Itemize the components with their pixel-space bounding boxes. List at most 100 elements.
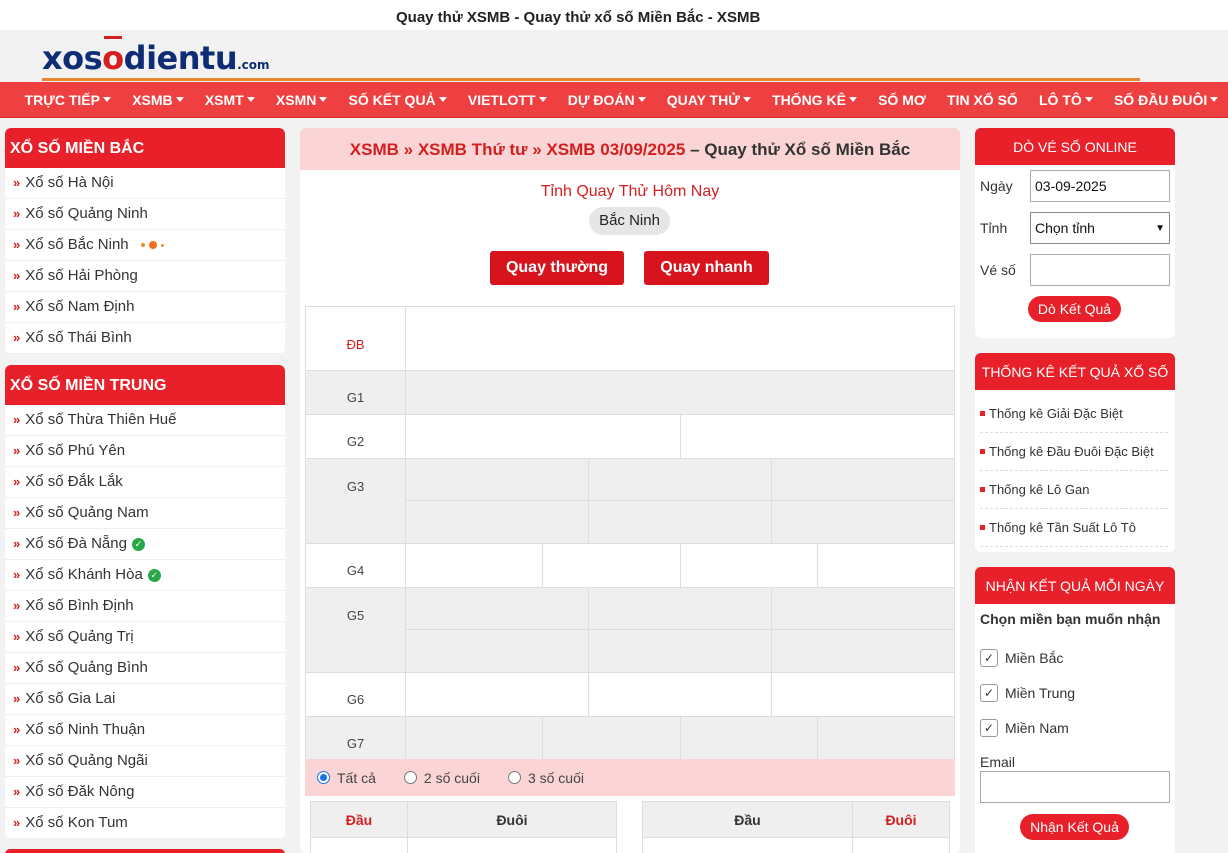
province-link[interactable]: » Xổ số Quảng Nam <box>5 498 285 529</box>
province-link[interactable]: » Xổ số Thái Bình <box>5 323 285 354</box>
veso-label: Vé số <box>980 262 1016 278</box>
prize-g1-cell <box>405 370 955 415</box>
col-dau: Đầu <box>642 801 853 838</box>
province-link[interactable]: » Xổ số Hà Nội <box>5 168 285 199</box>
region-checkbox[interactable]: ✓ Miền Nam <box>980 719 1069 737</box>
stat-link-label: Thống kê Lô Gan <box>989 482 1090 497</box>
province-link[interactable]: » Xổ số Khánh Hòa ✓ <box>5 560 285 591</box>
main-nav: TRỰC TIẾP XSMB XSMT XSMN SỐ KẾT QUẢ VIETLOTT D… <box>0 82 1228 118</box>
chevron-right-icon: » <box>13 330 21 345</box>
col-duoi: Đuôi <box>407 801 617 838</box>
do-ket-qua-button[interactable]: Dò Kết Quả <box>1028 296 1121 322</box>
province-link[interactable]: » Xổ số Quảng Bình <box>5 653 285 684</box>
nav-item[interactable]: SỐ ĐẦU ĐUÔI <box>1103 92 1228 108</box>
radio-all[interactable]: Tất cả <box>317 770 376 786</box>
display-mode-radios: Tất cả 2 số cuối 3 số cuối <box>305 759 955 796</box>
nav-item-label: LÔ TÔ <box>1039 91 1082 108</box>
prize-cell <box>816 543 956 588</box>
result-table: ĐB G1 G2 G3 G4 G5 G6 G7 <box>305 306 956 761</box>
radio-3-circle[interactable] <box>507 771 521 784</box>
nav-item[interactable]: LÔ TÔ <box>1028 92 1103 108</box>
logo-o: o <box>102 36 124 77</box>
quay-nhanh-button[interactable]: Quay nhanh <box>644 251 769 285</box>
province-link-label: Xổ số Ninh Thuận <box>25 721 146 738</box>
province-link[interactable]: » Xổ số Hải Phòng <box>5 261 285 292</box>
prize-cell <box>405 629 589 673</box>
stat-link[interactable]: Thống kê Lô Gan <box>980 471 1168 509</box>
veso-input[interactable] <box>1030 254 1170 286</box>
province-link[interactable]: » Xổ số Phú Yên <box>5 436 285 467</box>
radio-all-circle[interactable] <box>317 771 330 784</box>
thong-ke-title: THỐNG KÊ KẾT QUẢ XỔ SỐ <box>975 353 1175 390</box>
nav-item[interactable]: TIN XỔ SỐ <box>936 92 1028 108</box>
nhan-ket-qua-subtitle: Chọn miền bạn muốn nhận <box>980 611 1161 627</box>
region-checkbox[interactable]: ✓ Miền Trung <box>980 684 1075 702</box>
tinh-select[interactable]: Chọn tỉnh ▼ <box>1030 212 1170 244</box>
chevron-right-icon: » <box>13 268 21 283</box>
prize-g5-label: G5 <box>305 587 406 673</box>
nav-item-label: QUAY THỬ <box>666 91 740 108</box>
province-link[interactable]: » Xổ số Nam Định <box>5 292 285 323</box>
province-link[interactable]: » Xổ số Đắk Lắk <box>5 467 285 498</box>
radio-3-digits[interactable]: 3 số cuối <box>507 770 584 786</box>
email-input[interactable] <box>980 771 1170 803</box>
nav-item[interactable]: SỐ KẾT QUẢ <box>338 92 457 108</box>
checkbox-checked-icon[interactable]: ✓ <box>980 719 998 737</box>
region-checkbox[interactable]: ✓ Miền Bắc <box>980 649 1063 667</box>
province-link[interactable]: » Xổ số Thừa Thiên Huế <box>5 405 285 436</box>
chevron-right-icon: » <box>13 660 21 675</box>
nav-item[interactable]: VIETLOTT <box>457 92 557 108</box>
stat-link[interactable]: Thống kê Tần Suất Lô Tô <box>980 509 1168 547</box>
breadcrumb-xsmb-thu[interactable]: XSMB Thứ tư <box>418 140 528 159</box>
nav-item[interactable]: QUAY THỬ <box>656 92 761 108</box>
radio-2-digits[interactable]: 2 số cuối <box>403 770 480 786</box>
province-link[interactable]: » Xổ số Kon Tum <box>5 808 285 839</box>
do-ve-so-title: DÒ VÉ SỐ ONLINE <box>975 128 1175 165</box>
province-link[interactable]: » Xổ số Gia Lai <box>5 684 285 715</box>
prize-cell <box>405 414 681 459</box>
prize-cell <box>404 716 544 761</box>
checkbox-checked-icon[interactable]: ✓ <box>980 684 998 702</box>
site-logo[interactable]: xosodientu.com <box>42 36 270 83</box>
caret-down-icon <box>538 97 547 102</box>
nav-item[interactable]: XSMB <box>122 92 195 108</box>
nav-item[interactable]: DỰ ĐOÁN <box>557 92 656 108</box>
stat-link[interactable]: Thống kê Giải Đặc Biệt <box>980 395 1168 433</box>
chevron-right-icon: » <box>13 443 21 458</box>
stat-link[interactable]: Thống kê Đầu Đuôi Đặc Biệt <box>980 433 1168 471</box>
province-link[interactable]: » Xổ số Đà Nẵng ✓ <box>5 529 285 560</box>
ngay-input[interactable]: 03-09-2025 <box>1030 170 1170 202</box>
nav-item-label: DỰ ĐOÁN <box>567 91 635 108</box>
nav-item-label: TRỰC TIẾP <box>24 91 100 108</box>
col-duoi: Đuôi <box>852 801 950 838</box>
logo-text-2: dientu <box>123 39 238 77</box>
breadcrumb-xsmb[interactable]: XSMB <box>350 140 399 159</box>
nav-item-label: SỐ ĐẦU ĐUÔI <box>1113 91 1208 108</box>
province-link[interactable]: » Xổ số Quảng Ngãi <box>5 746 285 777</box>
radio-2-circle[interactable] <box>403 771 417 784</box>
nav-item[interactable]: XSMN <box>265 92 338 108</box>
nav-item[interactable]: XSMT <box>194 92 265 108</box>
province-link-label: Xổ số Quảng Nam <box>25 504 149 521</box>
nav-item[interactable]: SỐ MƠ <box>868 92 937 108</box>
mb-panel: XỔ SỐ MIỀN BẮC » Xổ số Hà Nội » Xổ số Quảng… <box>5 128 285 354</box>
nhan-ket-qua-button[interactable]: Nhận Kết Quả <box>1020 814 1129 840</box>
province-link[interactable]: » Xổ số Quảng Ninh <box>5 199 285 230</box>
province-link[interactable]: » Xổ số Bình Định <box>5 591 285 622</box>
check-circle-icon: ✓ <box>147 568 161 582</box>
province-link-label: Xổ số Gia Lai <box>25 690 116 707</box>
province-link-label: Xổ số Thừa Thiên Huế <box>25 411 177 428</box>
province-link-label: Xổ số Bình Định <box>25 597 134 614</box>
quay-thuong-button[interactable]: Quay thường <box>490 251 624 285</box>
prize-g7-label: G7 <box>305 716 406 761</box>
loto-table-left: Đầu Đuôi <box>310 801 617 853</box>
province-link[interactable]: » Xổ số Quảng Trị <box>5 622 285 653</box>
province-link[interactable]: » Xổ số Đăk Nông <box>5 777 285 808</box>
prize-db-cell <box>405 306 955 371</box>
province-link[interactable]: » Xổ số Ninh Thuận <box>5 715 285 746</box>
nav-item[interactable]: THỐNG KÊ <box>761 92 867 108</box>
nav-item[interactable]: TRỰC TIẾP <box>14 92 122 108</box>
breadcrumb-xsmb-date[interactable]: XSMB 03/09/2025 <box>546 140 685 159</box>
checkbox-checked-icon[interactable]: ✓ <box>980 649 998 667</box>
province-link[interactable]: » Xổ số Bắc Ninh <box>5 230 285 261</box>
